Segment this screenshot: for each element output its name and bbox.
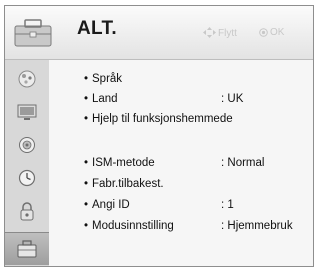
- clock-icon: [18, 169, 36, 187]
- sidebar-item-lock[interactable]: [5, 196, 49, 226]
- bullet: •: [84, 178, 89, 190]
- picture-icon: [18, 70, 36, 88]
- category-sidebar: [5, 60, 50, 266]
- sidebar-item-picture[interactable]: [5, 64, 49, 94]
- option-label: Hjelp til funksjonshemmede: [92, 113, 233, 125]
- audio-icon: [19, 137, 35, 153]
- bullet: •: [84, 113, 89, 125]
- bullet: •: [84, 157, 89, 169]
- screen-icon: [17, 104, 37, 120]
- option-value: : Hjemmebruk: [221, 220, 293, 232]
- option-accessibility[interactable]: • Hjelp til funksjonshemmede: [49, 113, 313, 131]
- move-hint-label: Flytt: [218, 28, 237, 39]
- option-value: : Normal: [221, 157, 265, 169]
- sidebar-item-options[interactable]: [5, 232, 49, 265]
- option-label: Språk: [92, 73, 123, 85]
- move-hint: Flytt: [203, 27, 237, 39]
- options-icon: [14, 19, 52, 47]
- bullet: •: [84, 93, 89, 105]
- page-title: ALT.: [77, 18, 117, 39]
- option-factory-reset[interactable]: • Fabr.tilbakest.: [49, 178, 313, 196]
- option-set-id[interactable]: • Angi ID : 1: [49, 199, 313, 217]
- options-icon: [17, 240, 37, 258]
- option-label: Fabr.tilbakest.: [92, 178, 164, 190]
- bullet: •: [84, 220, 89, 232]
- option-mode-setting[interactable]: • Modusinnstilling : Hjemmebruk: [49, 220, 313, 238]
- option-label: ISM-metode: [92, 157, 155, 169]
- sidebar-item-time[interactable]: [5, 163, 49, 193]
- options-menu-panel: ALT. Flytt OK • Språk • Land: UK • Hjel…: [4, 5, 314, 267]
- sidebar-item-screen[interactable]: [5, 97, 49, 127]
- option-label: Angi ID: [92, 199, 130, 211]
- option-ism-method[interactable]: • ISM-metode : Normal: [49, 157, 313, 175]
- menu-header: ALT. Flytt OK: [5, 6, 313, 60]
- ok-button-icon: [259, 28, 268, 37]
- options-list: • Språk • Land : UK • Hjelp til funksjon…: [49, 60, 313, 266]
- bullet: •: [84, 73, 89, 85]
- option-country[interactable]: • Land : UK: [49, 93, 313, 111]
- option-value: : UK: [221, 93, 244, 105]
- option-language[interactable]: • Språk: [49, 73, 313, 91]
- bullet: •: [84, 199, 89, 211]
- option-value: : 1: [221, 199, 234, 211]
- navigation-arrows-icon: [203, 27, 216, 38]
- option-label: Land: [92, 93, 118, 105]
- ok-hint-label: OK: [270, 27, 285, 38]
- ok-hint: OK: [259, 27, 284, 38]
- option-label: Modusinnstilling: [92, 220, 174, 232]
- sidebar-item-audio[interactable]: [5, 130, 49, 160]
- lock-icon: [20, 202, 34, 221]
